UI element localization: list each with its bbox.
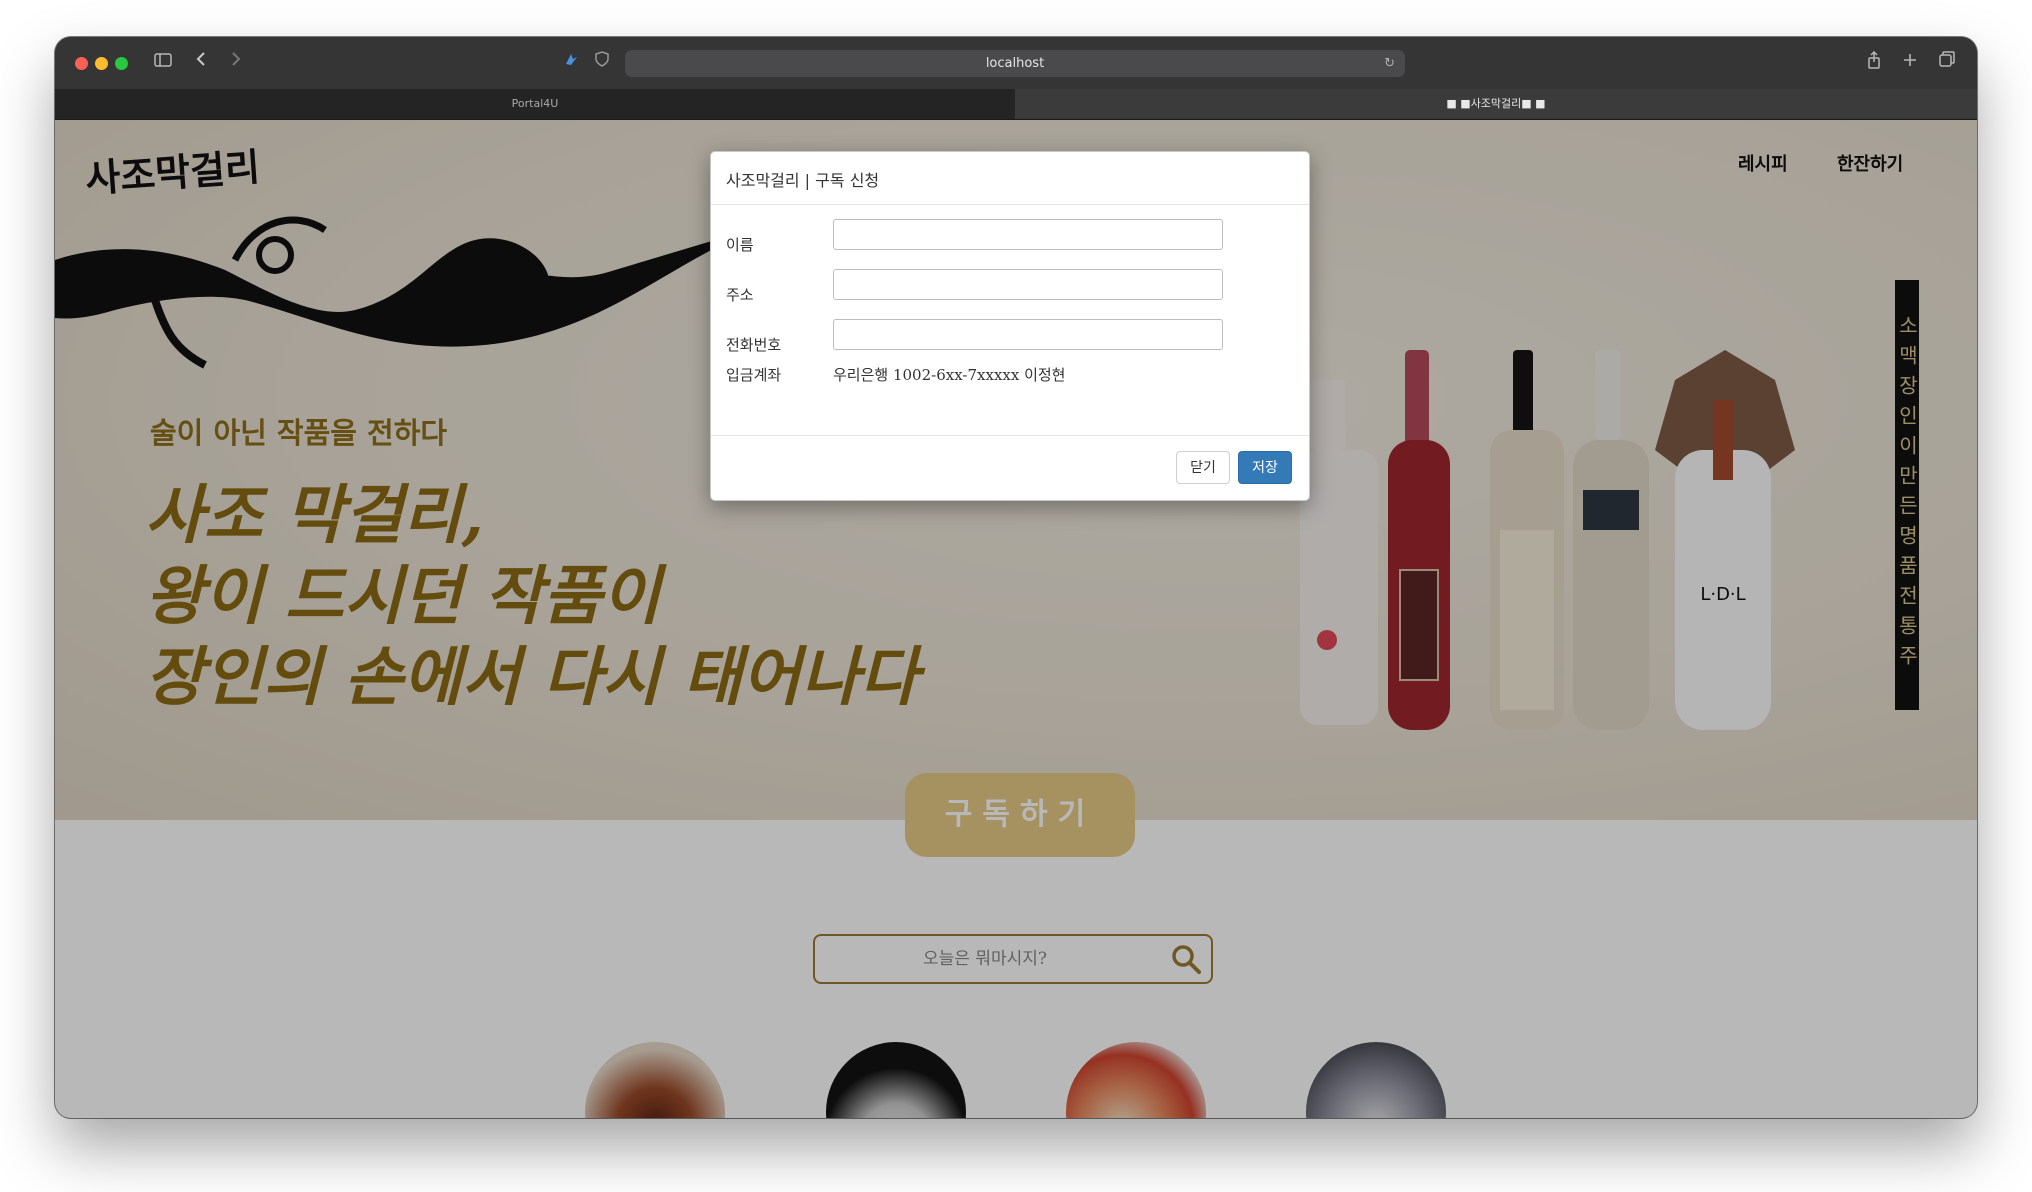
- address-field[interactable]: [833, 269, 1223, 300]
- save-button[interactable]: 저장: [1238, 451, 1292, 484]
- reload-icon[interactable]: ↻: [1384, 50, 1395, 77]
- share-icon[interactable]: [1867, 50, 1881, 75]
- forward-icon[interactable]: [230, 51, 242, 73]
- account-value: 우리은행 1002-6xx-7xxxxx 이정현: [833, 366, 1066, 384]
- minimize-window-button[interactable]: [95, 57, 108, 70]
- modal-title: 사조막걸리 | 구독 신청: [726, 171, 880, 190]
- close-button[interactable]: 닫기: [1176, 451, 1230, 484]
- account-label: 입금계좌: [726, 366, 782, 384]
- page-viewport: 사조막걸리 레시피 한잔하기 술이 아닌 작품을 전하다 사조 막걸리, 왕이 …: [55, 120, 1977, 1118]
- address-bar[interactable]: localhost ↻: [625, 50, 1405, 77]
- tab-overview-icon[interactable]: [1939, 51, 1955, 73]
- name-field[interactable]: [833, 219, 1223, 250]
- new-tab-icon[interactable]: [1903, 51, 1917, 73]
- back-icon[interactable]: [195, 51, 207, 73]
- tab-portal4u[interactable]: Portal4U: [55, 89, 1015, 119]
- close-window-button[interactable]: [75, 57, 88, 70]
- browser-window: localhost ↻ Portal4U ■ ■사조막걸리■ ■ 사조막걸리 레…: [55, 37, 1977, 1118]
- modal-footer: 닫기 저장: [711, 435, 1309, 501]
- sidebar-icon[interactable]: [154, 51, 172, 73]
- phone-field[interactable]: [833, 319, 1223, 350]
- shield-icon[interactable]: [595, 51, 609, 73]
- browser-toolbar: localhost ↻: [55, 37, 1977, 89]
- tab-sajo-makgeolli[interactable]: ■ ■사조막걸리■ ■: [1015, 89, 1977, 119]
- address-label: 주소: [726, 286, 754, 304]
- name-label: 이름: [726, 236, 754, 254]
- extension-icon[interactable]: [563, 51, 579, 73]
- maximize-window-button[interactable]: [115, 57, 128, 70]
- modal-header: 사조막걸리 | 구독 신청: [711, 152, 1309, 205]
- subscription-modal: 사조막걸리 | 구독 신청 이름 주소 전화번호 입금계좌 우리은행 1002-…: [710, 151, 1310, 501]
- url-text: localhost: [985, 56, 1045, 71]
- phone-label: 전화번호: [726, 336, 782, 354]
- tab-bar: Portal4U ■ ■사조막걸리■ ■: [55, 89, 1977, 120]
